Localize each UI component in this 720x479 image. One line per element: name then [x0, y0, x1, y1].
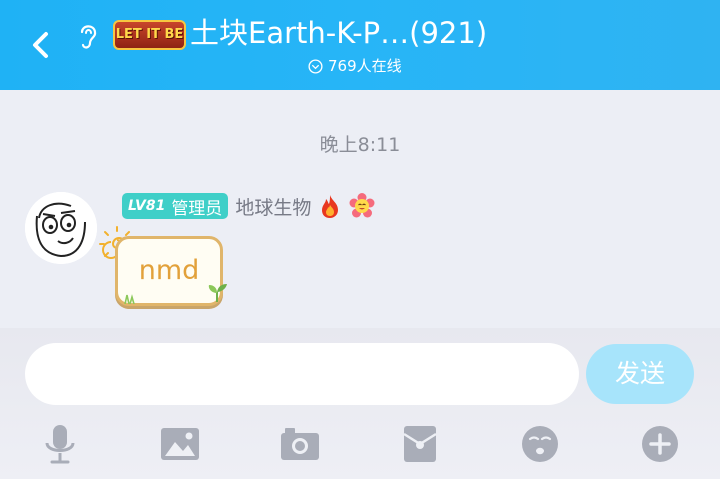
composer: 发送	[0, 328, 720, 479]
message-text: nmd	[138, 255, 200, 286]
chevron-down-circle-icon	[308, 58, 323, 74]
sender-name[interactable]: 地球生物	[235, 193, 311, 220]
online-count-label: 769人在线	[328, 57, 402, 75]
avatar[interactable]	[25, 192, 97, 264]
chat-header: LET IT BE 土块Earth-K-P…(921) 769人在线	[0, 0, 720, 90]
level-role-badge: LV81 管理员	[122, 193, 229, 219]
emoji-icon[interactable]	[516, 420, 564, 468]
message-meta: LV81 管理员 地球生物	[122, 192, 375, 220]
sprout-icon	[208, 284, 227, 302]
image-icon[interactable]	[156, 420, 204, 468]
group-badge-image: LET IT BE	[113, 20, 186, 50]
back-arrow-icon[interactable]	[22, 24, 62, 64]
level-label: LV81	[128, 198, 166, 214]
plus-icon[interactable]	[636, 420, 684, 468]
rage-face-avatar-icon	[25, 192, 97, 264]
grass-icon	[124, 294, 135, 304]
fire-icon	[322, 195, 339, 218]
online-count[interactable]: 769人在线	[308, 55, 402, 77]
message-input[interactable]	[25, 343, 579, 405]
send-button[interactable]: 发送	[586, 344, 694, 404]
microphone-icon[interactable]	[36, 420, 84, 468]
ear-icon[interactable]	[76, 21, 100, 51]
smiling-flower-icon	[349, 193, 375, 218]
composer-toolbar	[0, 420, 720, 470]
message-timestamp: 晚上8:11	[319, 134, 401, 156]
role-label: 管理员	[171, 198, 223, 219]
group-title[interactable]: 土块Earth-K-P…(921)	[190, 12, 520, 54]
camera-icon[interactable]	[276, 420, 324, 468]
red-packet-icon[interactable]	[396, 420, 444, 468]
